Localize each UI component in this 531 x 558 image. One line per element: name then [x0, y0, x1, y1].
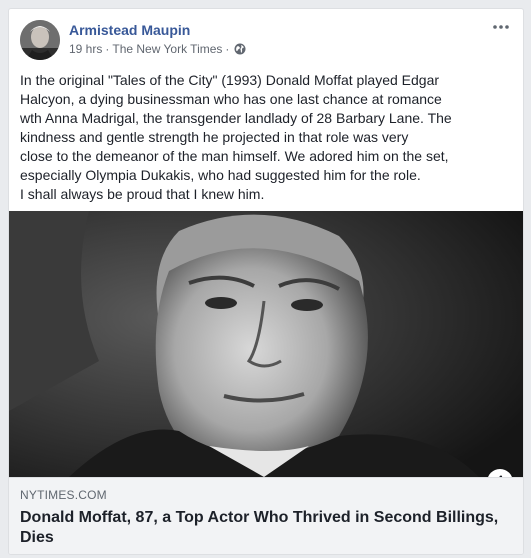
more-options-icon[interactable] — [489, 17, 513, 37]
post-text-line: especially Olympia Dukakis, who had sugg… — [20, 167, 421, 183]
post-text-line: close to the demeanor of the man himself… — [20, 148, 449, 164]
post-text-line: Halcyon, a dying businessman who has one… — [20, 91, 442, 107]
post-text-line: I shall always be proud that I knew him. — [20, 186, 265, 202]
link-photo[interactable]: i — [9, 211, 523, 477]
globe-icon[interactable] — [234, 43, 246, 55]
post-time[interactable]: 19 hrs — [69, 42, 102, 56]
post-text: In the original "Tales of the City" (199… — [20, 71, 515, 204]
post-header: Armistead Maupin 19 hrs · The New York T… — [9, 9, 523, 69]
link-preview[interactable]: NYTIMES.COM Donald Moffat, 87, a Top Act… — [9, 477, 523, 554]
avatar[interactable] — [20, 20, 60, 60]
meta-separator: · — [105, 42, 110, 56]
post-text-line: In the original "Tales of the City" (199… — [20, 72, 440, 88]
post-source[interactable]: The New York Times — [112, 42, 222, 56]
link-domain: NYTIMES.COM — [20, 488, 107, 502]
post-text-line: wth Anna Madrigal, the transgender landl… — [20, 110, 452, 126]
post-meta: 19 hrs · The New York Times · — [69, 42, 246, 56]
post-text-line: kindness and gentle strength he projecte… — [20, 129, 409, 145]
post-card: Armistead Maupin 19 hrs · The New York T… — [8, 8, 524, 555]
author-name[interactable]: Armistead Maupin — [69, 22, 190, 38]
meta-separator: · — [225, 42, 230, 56]
link-title[interactable]: Donald Moffat, 87, a Top Actor Who Thriv… — [20, 508, 500, 548]
